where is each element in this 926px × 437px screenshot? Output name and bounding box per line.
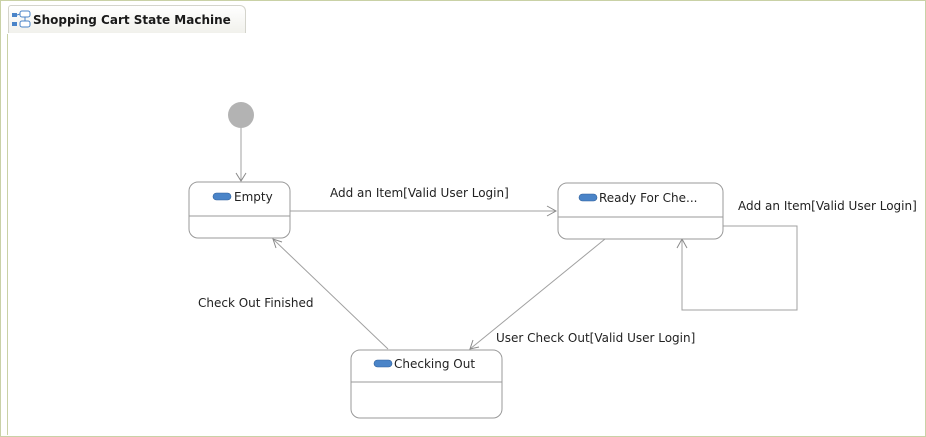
state-ready[interactable]: Ready For Che... bbox=[557, 182, 724, 240]
transition-check-out-finished[interactable] bbox=[272, 238, 389, 350]
state-checking-out[interactable]: Checking Out bbox=[350, 349, 503, 419]
state-icon bbox=[373, 359, 393, 368]
transition-check-out-finished-label: Check Out Finished bbox=[198, 296, 313, 310]
state-machine-canvas: Add an Item[Valid User Login] Add an Ite… bbox=[188, 102, 917, 419]
state-ready-label: Ready For Che... bbox=[599, 191, 697, 205]
state-icon bbox=[212, 192, 232, 201]
state-checking-out-label: Checking Out bbox=[394, 357, 475, 371]
transition-add-item-label: Add an Item[Valid User Login] bbox=[330, 186, 509, 200]
state-icon bbox=[578, 193, 598, 202]
state-empty-label: Empty bbox=[234, 190, 273, 204]
transition-add-item-self-label: Add an Item[Valid User Login] bbox=[738, 199, 917, 213]
transition-user-check-out-label: User Check Out[Valid User Login] bbox=[496, 331, 695, 345]
initial-node[interactable] bbox=[228, 102, 254, 128]
state-empty[interactable]: Empty bbox=[188, 181, 291, 239]
